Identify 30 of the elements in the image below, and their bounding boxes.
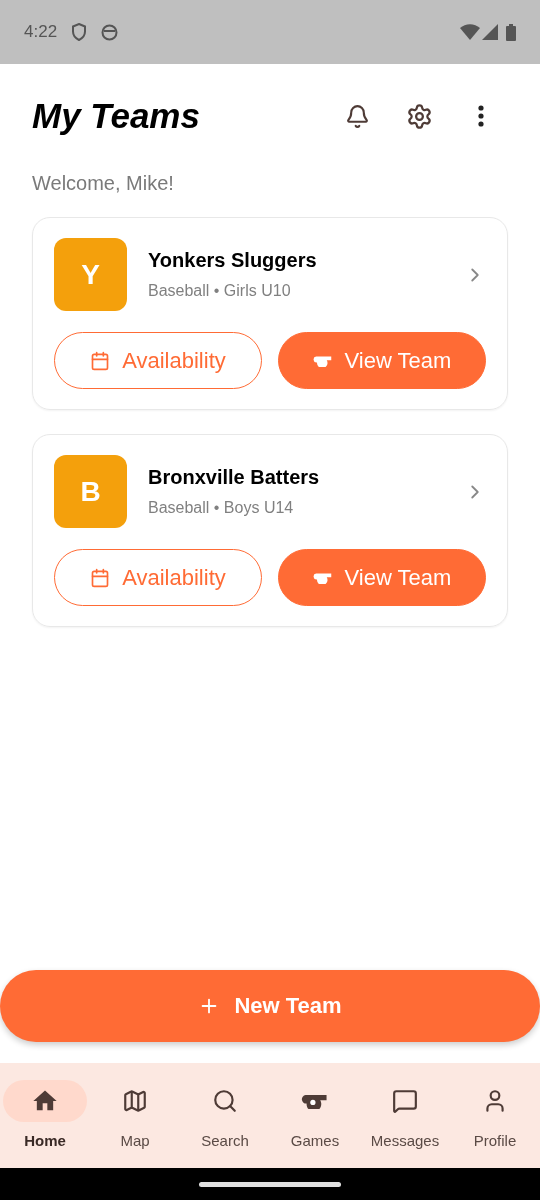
page-title: My Teams (32, 96, 201, 136)
team-name: Yonkers Sluggers (148, 249, 318, 272)
team-details: Baseball • Girls U10 (148, 282, 292, 300)
team-name: Bronxville Batters (148, 466, 321, 489)
signal-icon (482, 24, 498, 40)
team-avatar: Y (54, 238, 127, 311)
whistle-icon (312, 354, 333, 367)
status-time: 4:22 (24, 22, 58, 42)
whistle-icon (301, 1092, 329, 1110)
whistle-icon (312, 571, 333, 584)
chat-icon (392, 1088, 418, 1114)
team-details: Baseball • Boys U14 (148, 499, 295, 517)
team-avatar: B (54, 455, 127, 528)
nav-tab[interactable]: Search (180, 1063, 270, 1168)
calendar-icon (90, 567, 111, 588)
nav-tab[interactable]: Map (90, 1063, 180, 1168)
calendar-icon (90, 350, 111, 371)
more-icon (478, 105, 484, 127)
nav-tab[interactable]: Games (270, 1063, 360, 1168)
wifi-icon (460, 24, 480, 40)
shield-icon (71, 23, 88, 41)
nav-tab[interactable]: Messages (360, 1063, 450, 1168)
nav-tab[interactable]: Home (0, 1063, 90, 1168)
welcome-text: Welcome, Mike! (31, 171, 175, 195)
nav-tab[interactable]: Profile (450, 1063, 540, 1168)
map-icon (122, 1088, 148, 1114)
battery-icon (506, 23, 516, 41)
bell-icon (344, 103, 370, 129)
search-icon (212, 1088, 238, 1114)
settings-icon (405, 102, 433, 130)
